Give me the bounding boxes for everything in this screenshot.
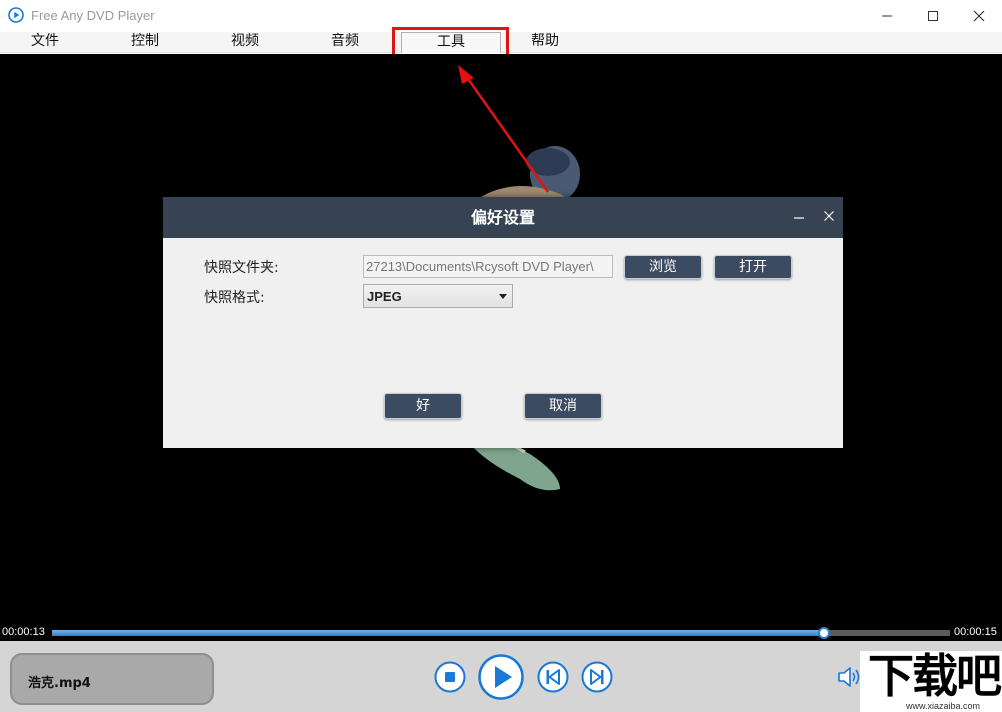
minimize-button[interactable]: [864, 0, 910, 32]
menu-video[interactable]: 视频: [231, 32, 259, 53]
snapshot-format-label: 快照格式:: [204, 287, 265, 307]
app-icon: [8, 7, 24, 23]
progress-row: 00:00:13 00:00:15: [0, 624, 1002, 641]
minimize-icon: [793, 210, 805, 222]
total-time: 00:00:15: [954, 626, 997, 638]
stop-icon: [436, 663, 465, 692]
snapshot-folder-label: 快照文件夹:: [204, 257, 279, 277]
watermark-title: 下载吧: [868, 651, 1000, 701]
snapshot-format-select[interactable]: JPEG: [363, 284, 513, 308]
window-title: Free Any DVD Player: [31, 8, 155, 23]
snapshot-format-value: JPEG: [367, 289, 402, 304]
menu-audio[interactable]: 音频: [331, 32, 359, 53]
ok-button[interactable]: 好: [384, 393, 462, 419]
browse-button[interactable]: 浏览: [624, 255, 702, 279]
volume-icon: [839, 668, 859, 686]
menu-help[interactable]: 帮助: [531, 32, 559, 53]
next-icon: [583, 663, 612, 692]
dialog-minimize-button[interactable]: [788, 205, 810, 227]
cancel-button[interactable]: 取消: [524, 393, 602, 419]
maximize-icon: [927, 10, 939, 22]
dialog-title: 偏好设置: [163, 197, 843, 238]
minimize-icon: [881, 10, 893, 22]
close-icon: [823, 210, 835, 222]
file-info-panel: 浩克.mp4: [10, 653, 214, 705]
seek-bar-handle[interactable]: [818, 627, 830, 639]
stop-button[interactable]: [434, 661, 466, 693]
next-button[interactable]: [581, 661, 613, 693]
dropdown-arrow-icon: [499, 294, 507, 299]
preferences-dialog: 偏好设置 快照文件夹: 27213\Documents\Rcysoft DVD …: [163, 197, 843, 448]
close-button[interactable]: [956, 0, 1002, 32]
seek-bar-fill: [52, 630, 824, 636]
play-icon: [480, 656, 523, 699]
watermark-logo: 下载吧 www.xiazaiba.com: [860, 651, 1002, 712]
dialog-header: 偏好设置: [163, 197, 843, 238]
previous-icon: [539, 663, 568, 692]
menu-file[interactable]: 文件: [31, 32, 59, 53]
close-icon: [973, 10, 985, 22]
snapshot-folder-field[interactable]: 27213\Documents\Rcysoft DVD Player\: [363, 255, 613, 278]
control-bar: 浩克.mp4: [0, 641, 1002, 712]
file-name: 浩克.mp4: [28, 672, 91, 691]
seek-bar[interactable]: [52, 630, 950, 636]
menu-control[interactable]: 控制: [131, 32, 159, 53]
previous-button[interactable]: [537, 661, 569, 693]
maximize-button[interactable]: [910, 0, 956, 32]
current-time: 00:00:13: [2, 626, 45, 638]
dialog-close-button[interactable]: [818, 205, 840, 227]
open-button[interactable]: 打开: [714, 255, 792, 279]
play-button[interactable]: [478, 654, 524, 700]
watermark-url: www.xiazaiba.com: [906, 701, 980, 711]
